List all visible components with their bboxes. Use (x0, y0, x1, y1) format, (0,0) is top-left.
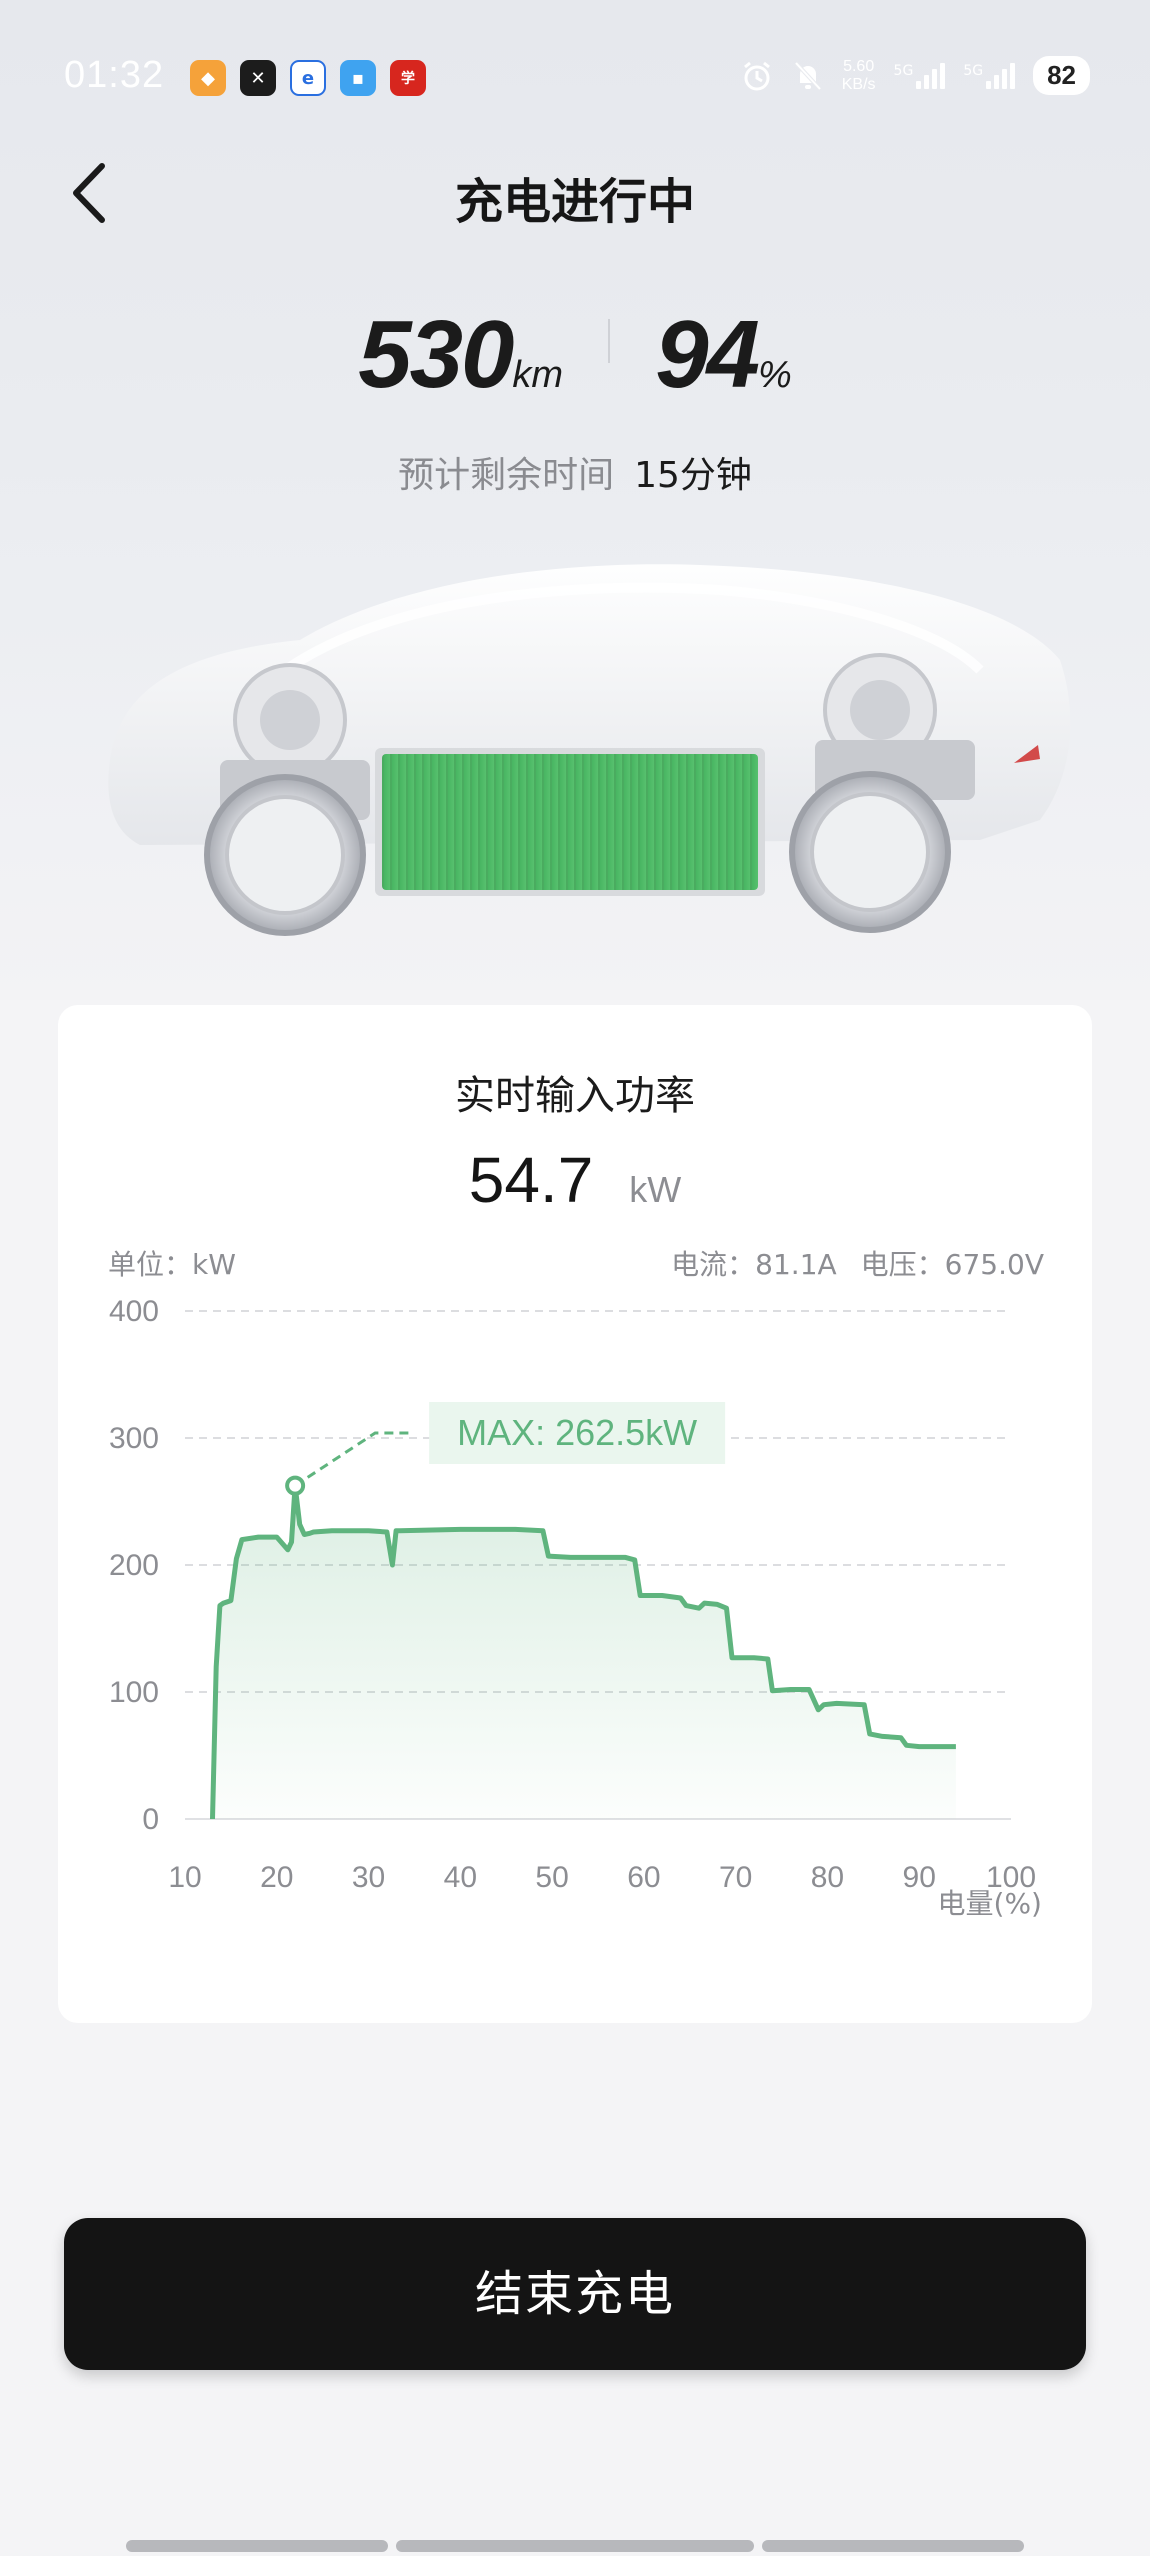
status-indicators: 5.60 KB/s 5G 5G 82 (740, 56, 1090, 95)
x-tick-label: 20 (260, 1861, 293, 1894)
power-chart: 010020030040010 20 30 40 50 60 70 80 90 100 MAX: … (109, 1295, 1042, 1920)
black-x-app-icon: ✕ (240, 60, 276, 96)
battery-indicator: 82 (1033, 56, 1090, 95)
net-speed-unit: KB/s (841, 75, 876, 93)
max-point-marker (285, 1475, 306, 1496)
eta-row: 预计剩余时间 15分钟 (0, 446, 1150, 498)
x-tick-label: 70 (719, 1861, 752, 1894)
y-tick-label: 300 (109, 1422, 159, 1455)
alarm-icon (743, 61, 770, 90)
nav-segment (762, 2540, 1024, 2552)
signal-2-label: 5G (963, 62, 984, 79)
network-speed: 5.60 KB/s (842, 58, 876, 94)
y-tick-label: 400 (109, 1295, 159, 1328)
power-area (212, 1485, 956, 1819)
y-tick-label: 0 (142, 1803, 159, 1836)
power-unit: kW (629, 1169, 682, 1210)
x-tick-label: 90 (903, 1861, 936, 1894)
signal-1-icon: 5G (893, 62, 946, 89)
soc-unit: % (758, 354, 792, 396)
end-charging-button[interactable]: 结束充电 (64, 2218, 1086, 2370)
x-tick-label: 40 (444, 1861, 477, 1894)
power-card-title: 实时输入功率 (455, 1073, 695, 1119)
signal-1-label: 5G (893, 62, 914, 79)
orange-app-icon: ◆ (190, 60, 226, 96)
x-tick-label: 50 (535, 1861, 568, 1894)
red-news-app-icon: 学 (390, 60, 426, 96)
nav-segment (396, 2540, 754, 2552)
notification-app-icons: ◆ ✕ e ▪ 学 (190, 60, 426, 96)
gesture-nav-bar (126, 2540, 1024, 2552)
range-value: 530 (358, 301, 514, 408)
blue-chat-app-icon: ▪ (340, 60, 376, 96)
y-tick-label: 200 (109, 1549, 159, 1582)
x-tick-label: 10 (168, 1861, 201, 1894)
net-speed-value: 5.60 (843, 57, 875, 75)
charging-summary: 530km 94% (0, 300, 1150, 410)
eta-label: 预计剩余时间 (398, 455, 615, 496)
eta-value: 15分钟 (634, 455, 752, 496)
nav-segment (126, 2540, 388, 2552)
signal-2-icon: 5G (963, 62, 1016, 89)
summary-divider (608, 319, 611, 363)
status-bar: 01:32 ◆ ✕ e ▪ 学 5.60 KB/s 5G 5G 82 (0, 48, 1150, 108)
x-axis-title: 电量(%) (938, 1887, 1042, 1920)
power-readout: 54.7 kW (58, 1143, 1092, 1217)
x-tick-label: 80 (811, 1861, 844, 1894)
page-title: 充电进行中 (454, 174, 695, 230)
range-unit: km (512, 354, 564, 396)
mute-bell-icon (794, 61, 822, 90)
blue-e-app-icon: e (290, 60, 326, 96)
car-illustration (108, 564, 1071, 936)
power-value: 54.7 (468, 1144, 594, 1216)
x-tick-label: 30 (352, 1861, 385, 1894)
soc-value: 94 (655, 301, 760, 408)
max-label: MAX: 262.5kW (457, 1412, 697, 1453)
max-callout-line (294, 1431, 412, 1487)
x-tick-label: 60 (627, 1861, 660, 1894)
status-time: 01:32 (64, 54, 165, 96)
y-tick-label: 100 (109, 1676, 159, 1709)
power-card: 实时输入功率 54.7 kW 单位：kW 电流：81.1A 电压：675.0V 01… (58, 1005, 1092, 2023)
car-battery-illustration (80, 540, 1080, 960)
